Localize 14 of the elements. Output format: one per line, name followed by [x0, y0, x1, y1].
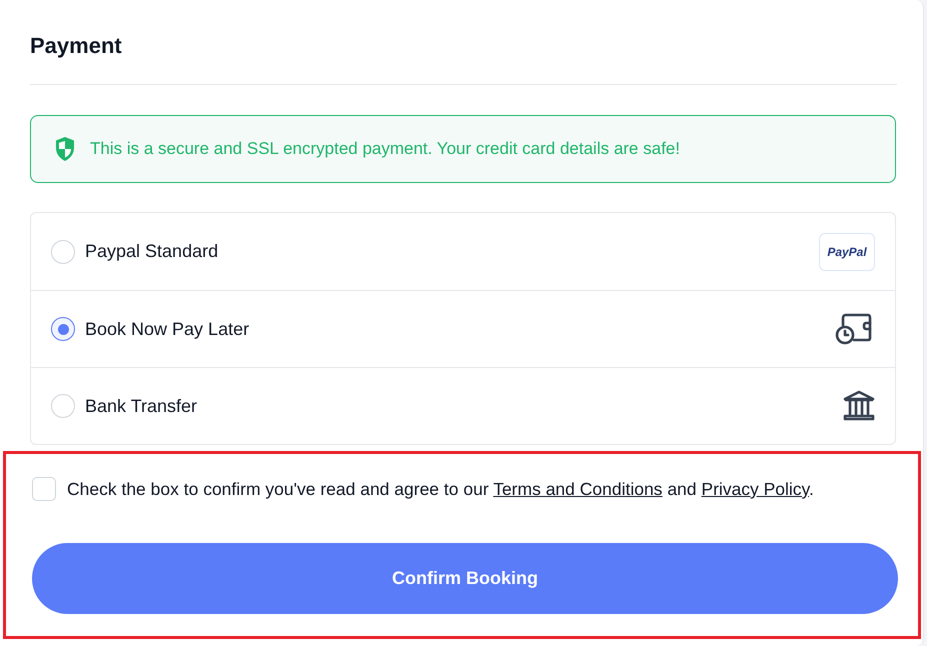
- method-label: Book Now Pay Later: [85, 318, 250, 341]
- bank-icon: [843, 390, 875, 422]
- method-label: Paypal Standard: [85, 240, 218, 263]
- privacy-link[interactable]: Privacy Policy: [701, 479, 810, 499]
- notice-text: This is a secure and SSL encrypted payment. Your credit card details are safe!: [90, 138, 680, 160]
- paypal-logo: PayPal: [819, 232, 875, 270]
- confirm-booking-button[interactable]: Confirm Booking: [32, 543, 898, 614]
- shield-icon: [54, 136, 76, 162]
- terms-link[interactable]: Terms and Conditions: [493, 479, 662, 499]
- checkbox[interactable]: [32, 477, 56, 502]
- radio-button[interactable]: [51, 317, 75, 341]
- section-title: Payment: [30, 32, 122, 60]
- method-label: Bank Transfer: [85, 394, 198, 418]
- agreement-text: Check the box to confirm you've read and agree to our Terms and Conditions and Privacy Policy.: [67, 478, 814, 501]
